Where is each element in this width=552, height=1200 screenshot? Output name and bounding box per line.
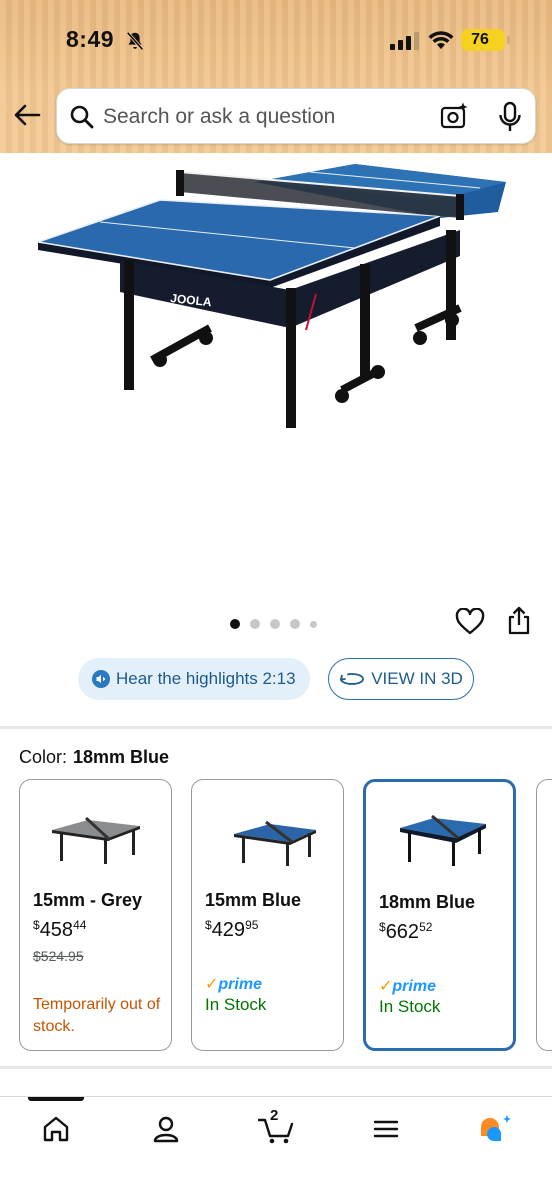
svg-text:JOOLA: JOOLA: [170, 291, 213, 309]
share-icon[interactable]: [506, 606, 532, 636]
search-bar[interactable]: [56, 88, 536, 144]
battery-level: 76: [471, 31, 489, 48]
search-input[interactable]: [103, 103, 403, 131]
audio-play-icon: [92, 670, 110, 688]
swatch-thumbnail: [234, 820, 316, 866]
status-time: 8:49: [66, 26, 115, 52]
view-in-3d-button[interactable]: VIEW IN 3D: [328, 658, 474, 700]
battery-indicator: 76: [461, 29, 510, 51]
swatch-availability: Temporarily out of stock.: [33, 996, 161, 1035]
prime-label: prime: [392, 978, 436, 995]
swatch-thumbnail: [400, 814, 486, 866]
price-whole: 429: [211, 919, 246, 941]
swatch-name: 15mm Blue: [205, 890, 302, 910]
account-icon[interactable]: [150, 1113, 182, 1145]
rotate-3d-icon: [340, 673, 365, 685]
swatch-price: $42995: [205, 918, 258, 942]
prime-label: prime: [218, 976, 262, 993]
selected-color-value: 18mm Blue: [73, 747, 170, 767]
swatch-thumbnail: [52, 816, 140, 864]
swatch-price: $45844: [33, 918, 86, 942]
color-option-18mm-blue[interactable]: 18mm Blue $66252 ✓prime In Stock: [363, 779, 516, 1051]
nav-active-indicator: [28, 1097, 84, 1101]
price-symbol: $: [33, 918, 40, 932]
hear-highlights-label: Hear the highlights 2:13: [116, 669, 296, 688]
swatch-name: 15mm - Grey: [33, 890, 143, 910]
product-image[interactable]: JOOLA: [20, 160, 532, 450]
price-symbol: $: [205, 918, 212, 932]
price-whole: 458: [39, 919, 74, 941]
price-symbol: $: [379, 920, 386, 934]
color-selector-label: Color: 18mm Blue: [19, 747, 169, 768]
prime-badge: ✓prime: [379, 978, 436, 995]
menu-icon[interactable]: [370, 1113, 402, 1145]
color-label-text: Color:: [19, 747, 68, 767]
color-option-partial[interactable]: [536, 779, 552, 1051]
color-option-15mm-grey[interactable]: 15mm - Grey $45844 $524.95 Temporarily o…: [19, 779, 172, 1051]
cart-count: 2: [270, 1107, 279, 1124]
bell-muted-icon: [126, 31, 144, 51]
price-cents: 95: [245, 918, 259, 932]
swatch-list-price: $524.95: [33, 948, 84, 964]
color-option-15mm-blue[interactable]: 15mm Blue $42995 ✓prime In Stock: [191, 779, 344, 1051]
camera-search-icon[interactable]: [439, 101, 469, 131]
price-whole: 662: [385, 921, 420, 943]
prime-badge: ✓prime: [205, 976, 262, 993]
price-cents: 52: [419, 920, 433, 934]
home-icon[interactable]: [40, 1113, 72, 1145]
wifi-icon: [428, 31, 454, 49]
section-divider: [0, 726, 552, 729]
swatch-availability: In Stock: [205, 995, 267, 1014]
next-section-heading-cut: [18, 1082, 438, 1096]
carousel-dot[interactable]: [310, 620, 317, 628]
carousel-dot[interactable]: [290, 619, 300, 629]
swatch-name: 18mm Blue: [379, 892, 476, 912]
carousel-dot[interactable]: [270, 619, 280, 629]
section-divider: [0, 1066, 552, 1069]
hear-highlights-button[interactable]: Hear the highlights 2:13: [78, 658, 310, 700]
heart-icon[interactable]: [455, 608, 485, 636]
microphone-icon[interactable]: [497, 101, 523, 133]
search-icon: [70, 105, 94, 129]
rufus-assistant-icon[interactable]: [478, 1113, 514, 1145]
view-in-3d-label: VIEW IN 3D: [371, 669, 463, 688]
image-carousel-dots[interactable]: [230, 618, 317, 630]
cellular-signal-icon: [390, 32, 419, 50]
back-arrow-icon[interactable]: [12, 100, 42, 130]
carousel-dot[interactable]: [230, 619, 240, 629]
swatch-price: $66252: [379, 920, 432, 944]
carousel-dot[interactable]: [250, 619, 260, 629]
swatch-availability: In Stock: [379, 997, 441, 1016]
price-cents: 44: [73, 918, 87, 932]
